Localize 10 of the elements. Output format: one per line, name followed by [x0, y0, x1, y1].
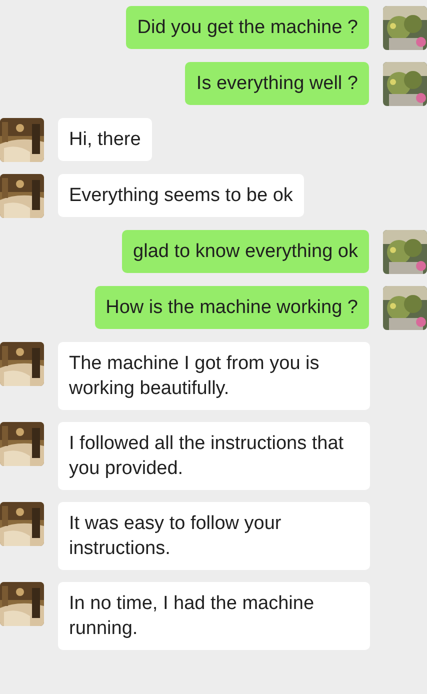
sent-message: glad to know everything ok [122, 230, 369, 273]
received-message: I followed all the instructions that you provided. [58, 422, 370, 490]
sent-message: Is everything well ? [185, 62, 369, 105]
received-message: Hi, there [58, 118, 152, 161]
received-message: The machine I got from you is working beautifully. [58, 342, 370, 410]
sent-message: How is the machine working ? [94, 286, 369, 329]
received-message: In no time, I had the machine running. [58, 582, 370, 650]
received-message: Everything seems to be ok [58, 174, 304, 217]
sent-message: Did you get the machine ? [126, 6, 369, 49]
received-message: It was easy to follow your instructions. [58, 502, 370, 570]
